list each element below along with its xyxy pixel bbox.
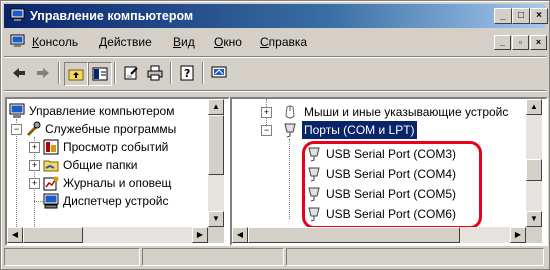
logs-icon — [43, 176, 59, 191]
tree-label: Просмотр событий — [63, 140, 169, 154]
tree-label: Управление компьютером — [29, 104, 175, 118]
computer-management-icon — [10, 8, 25, 21]
tree-label: Журналы и оповещ — [63, 176, 172, 190]
scroll-up-button[interactable]: ▲ — [526, 99, 542, 115]
scroll-down-button[interactable]: ▼ — [526, 211, 542, 227]
menu-console[interactable]: Консоль — [32, 35, 78, 49]
toolbar-separator — [58, 62, 60, 84]
menu-window[interactable]: Окно — [214, 35, 242, 49]
tree-line — [16, 119, 17, 227]
scroll-thumb[interactable] — [208, 115, 224, 175]
menu-action[interactable]: Действие — [99, 35, 152, 49]
scroll-left-button[interactable]: ◀ — [7, 227, 23, 243]
help-icon: ? — [180, 65, 194, 81]
status-cell — [286, 248, 544, 266]
properties-icon — [124, 66, 138, 80]
up-button[interactable] — [64, 62, 88, 86]
collapse-toggle[interactable]: − — [261, 125, 272, 136]
scroll-thumb[interactable] — [23, 227, 83, 243]
svg-text:?: ? — [184, 67, 190, 80]
status-bar — [4, 246, 546, 266]
console-icon — [10, 34, 25, 47]
mdi-close-button[interactable]: × — [530, 35, 547, 50]
mdi-restore-button[interactable]: ▫ — [512, 35, 529, 50]
expand-toggle[interactable]: + — [29, 160, 40, 171]
event-viewer-icon — [43, 139, 59, 155]
scroll-right-button[interactable]: ▶ — [192, 227, 208, 243]
tree-label: Мыши и иные указывающие устройс — [304, 105, 509, 119]
title-bar[interactable]: Управление компьютером _ □ × — [4, 4, 548, 28]
menu-view[interactable]: Вид — [173, 35, 195, 49]
mouse-icon — [285, 105, 295, 119]
tree-label-selected: Порты (COM и LPT) — [302, 121, 417, 139]
toolbar-separator — [202, 62, 204, 84]
computer-icon — [9, 103, 25, 118]
details-pane[interactable]: + Мыши и иные указывающие устройс − Порт… — [230, 97, 548, 246]
properties-button[interactable] — [120, 62, 142, 84]
tree-label: Служебные программы — [45, 122, 177, 136]
close-button[interactable]: × — [530, 8, 548, 24]
status-cell — [142, 248, 284, 266]
scroll-up-button[interactable]: ▲ — [208, 99, 224, 115]
left-horizontal-scrollbar[interactable]: ◀ ▶ — [7, 227, 208, 243]
device-icon — [211, 66, 227, 78]
print-button[interactable] — [144, 62, 166, 84]
window-title: Управление компьютером — [30, 9, 194, 23]
tools-icon — [27, 121, 41, 136]
menu-separator — [4, 56, 546, 58]
expand-toggle[interactable]: + — [29, 178, 40, 189]
toolbar: ? — [4, 59, 546, 87]
forward-button[interactable] — [32, 62, 54, 84]
shared-folder-icon — [43, 160, 59, 172]
console-tree-pane[interactable]: Управление компьютером − Служебные прогр… — [5, 97, 230, 246]
menu-bar: Консоль Действие Вид Окно Справка _ ▫ × — [4, 31, 547, 53]
right-vertical-scrollbar[interactable]: ▲ ▼ — [526, 99, 542, 227]
scroll-thumb[interactable] — [526, 159, 542, 181]
toolbar-separator — [114, 62, 116, 84]
menu-help[interactable]: Справка — [260, 35, 307, 49]
window: Управление компьютером _ □ × Консоль Дей… — [0, 0, 550, 270]
tree-line — [34, 201, 43, 202]
device-manager-icon — [43, 193, 59, 209]
tree-line — [289, 139, 290, 219]
scroll-down-button[interactable]: ▼ — [208, 211, 224, 227]
show-tree-icon — [92, 67, 108, 81]
tree-label: Общие папки — [63, 158, 138, 172]
up-folder-icon — [68, 69, 84, 81]
tree-label: Диспетчер устройс — [63, 194, 169, 208]
collapse-toggle[interactable]: − — [11, 124, 22, 135]
scroll-thumb[interactable] — [248, 227, 460, 243]
help-button[interactable]: ? — [176, 62, 198, 84]
forward-icon — [37, 68, 49, 78]
expand-toggle[interactable]: + — [261, 107, 272, 118]
status-cell — [4, 248, 140, 266]
back-icon — [13, 68, 25, 78]
minimize-button[interactable]: _ — [494, 8, 512, 24]
show-tree-button[interactable] — [88, 62, 112, 86]
highlight-annotation — [302, 141, 482, 229]
device-button[interactable] — [208, 62, 230, 84]
scroll-right-button[interactable]: ▶ — [510, 227, 526, 243]
port-icon — [284, 123, 296, 138]
expand-toggle[interactable]: + — [29, 142, 40, 153]
scroll-left-button[interactable]: ◀ — [232, 227, 248, 243]
toolbar-separator — [170, 62, 172, 84]
print-icon — [147, 65, 163, 81]
scrollbar-corner — [208, 227, 224, 243]
left-vertical-scrollbar[interactable]: ▲ ▼ — [208, 99, 224, 227]
scrollbar-corner — [526, 227, 542, 243]
toolbar-separator-line — [4, 90, 546, 92]
maximize-button[interactable]: □ — [512, 8, 530, 24]
mdi-minimize-button[interactable]: _ — [494, 35, 511, 50]
back-button[interactable] — [8, 62, 30, 84]
right-horizontal-scrollbar[interactable]: ◀ ▶ — [232, 227, 526, 243]
